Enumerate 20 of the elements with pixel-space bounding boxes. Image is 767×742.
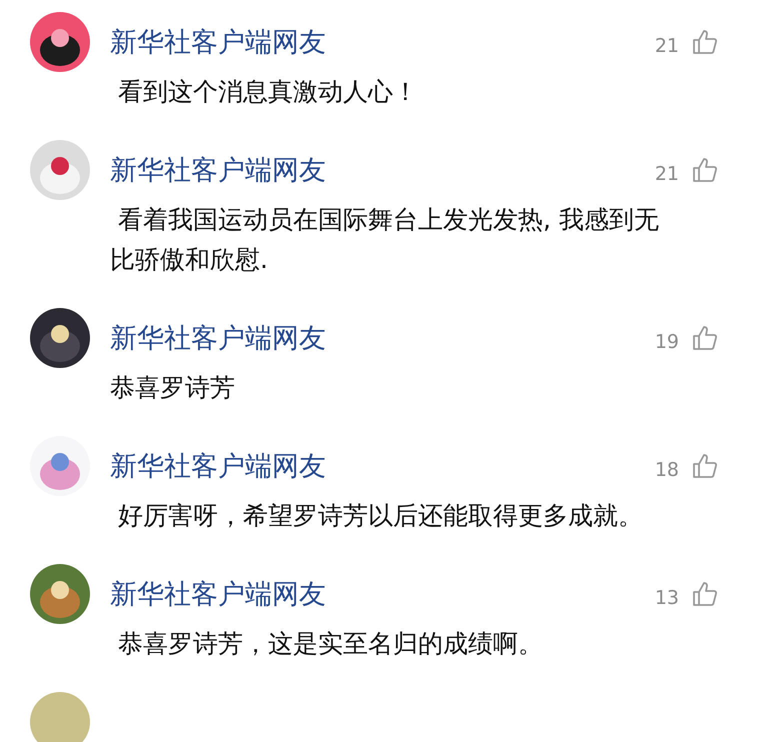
- comment-text: 好厉害呀，希望罗诗芳以后还能取得更多成就。: [116, 500, 644, 532]
- like-count: 18: [654, 459, 679, 481]
- like-count: 21: [654, 163, 679, 185]
- comment-text: 恭喜罗诗芳，这是实至名归的成绩啊。: [116, 628, 544, 660]
- author-name[interactable]: 新华社客户端网友: [110, 576, 655, 612]
- thumbs-up-icon[interactable]: [691, 156, 719, 184]
- like-count: 21: [654, 35, 679, 57]
- like-count: 19: [654, 331, 679, 353]
- author-name[interactable]: 新华社客户端网友: [110, 152, 655, 188]
- thumbs-up-icon[interactable]: [691, 324, 719, 352]
- comment-text: 看到这个消息真激动人心！: [116, 76, 419, 108]
- like-count: 13: [654, 587, 679, 609]
- thumbs-up-icon[interactable]: [691, 28, 719, 56]
- author-name[interactable]: 新华社客户端网友: [110, 24, 655, 60]
- thumbs-up-icon[interactable]: [691, 452, 719, 480]
- comment-text: 看着我国运动员在国际舞台上发光发热, 我感到无比骄傲和欣慰.: [110, 204, 660, 276]
- author-name[interactable]: 新华社客户端网友: [110, 320, 655, 356]
- author-name[interactable]: 新华社客户端网友: [110, 448, 655, 484]
- thumbs-up-icon[interactable]: [691, 580, 719, 608]
- comment-text: 恭喜罗诗芳: [110, 372, 236, 404]
